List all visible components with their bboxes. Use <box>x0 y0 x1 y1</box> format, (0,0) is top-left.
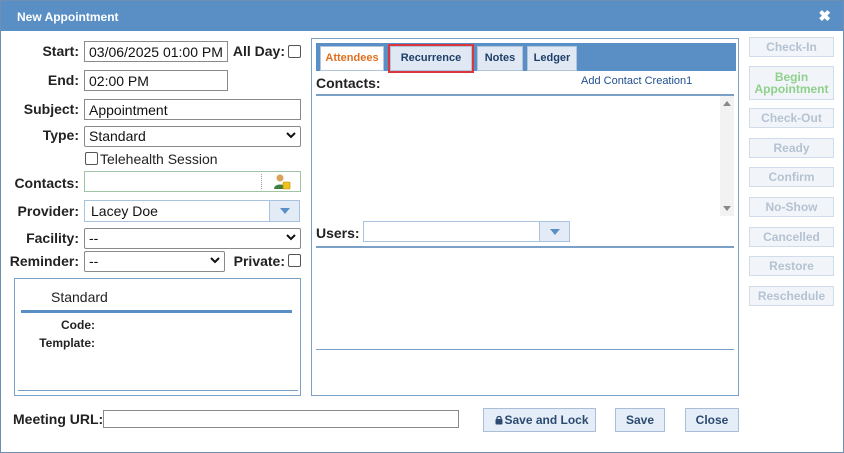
save-button[interactable]: Save <box>615 408 665 432</box>
cancelled-button[interactable]: Cancelled <box>749 227 834 247</box>
start-label: Start: <box>42 43 79 59</box>
reschedule-button[interactable]: Reschedule <box>749 286 834 306</box>
save-and-lock-label: Save and Lock <box>504 413 589 427</box>
code-label: Code: <box>61 318 95 332</box>
contacts-label: Contacts: <box>14 175 79 191</box>
lock-icon <box>495 415 503 425</box>
title-bar: New Appointment ✖ <box>1 1 843 31</box>
meeting-url-label: Meeting URL: <box>13 411 104 427</box>
info-title: Standard <box>51 289 108 305</box>
reminder-label: Reminder: <box>9 253 79 269</box>
subject-label: Subject: <box>23 101 79 117</box>
contacts-list <box>316 94 734 216</box>
attendees-contacts-label: Contacts: <box>316 75 381 91</box>
provider-dropdown-button[interactable] <box>269 200 300 222</box>
confirm-button[interactable]: Confirm <box>749 167 834 187</box>
end-label: End: <box>47 72 79 88</box>
facility-select[interactable]: -- <box>84 228 301 249</box>
type-select-value: Standard <box>89 128 146 144</box>
dialog-title: New Appointment <box>17 10 119 24</box>
contacts-scrollbar[interactable] <box>720 96 734 216</box>
reminder-select-value: -- <box>89 253 99 269</box>
restore-button[interactable]: Restore <box>749 256 834 276</box>
scroll-down-icon[interactable] <box>723 206 731 211</box>
contact-lookup-icon[interactable] <box>273 173 291 191</box>
tab-attendees[interactable]: Attendees <box>320 46 384 71</box>
telehealth-checkbox[interactable] <box>85 152 98 165</box>
provider-input[interactable]: Lacey Doe <box>84 200 270 222</box>
type-label: Type: <box>42 127 79 143</box>
facility-select-value: -- <box>89 230 99 246</box>
check-in-button[interactable]: Check-In <box>749 37 834 57</box>
no-show-button[interactable]: No-Show <box>749 197 834 217</box>
users-dropdown-button[interactable] <box>539 221 570 242</box>
scroll-up-icon[interactable] <box>723 101 731 106</box>
chevron-down-icon <box>286 234 296 241</box>
close-button[interactable]: Close <box>685 408 739 432</box>
chevron-down-icon <box>550 229 560 235</box>
attendees-panel: Attendees Recurrence Notes Ledger Contac… <box>311 38 739 396</box>
tab-notes[interactable]: Notes <box>477 46 523 71</box>
contacts-divider <box>261 174 262 189</box>
private-label: Private: <box>233 253 285 269</box>
start-input[interactable]: 03/06/2025 01:00 PM <box>84 41 228 62</box>
info-bottom-divider <box>18 390 298 391</box>
tab-recurrence[interactable]: Recurrence <box>388 44 474 73</box>
add-contact-link[interactable]: Add Contact Creation1 <box>581 75 692 87</box>
private-checkbox[interactable] <box>288 254 301 267</box>
subject-input[interactable]: Appointment <box>84 99 301 120</box>
chevron-down-icon <box>210 257 220 264</box>
telehealth-label: Telehealth Session <box>100 151 218 167</box>
begin-appointment-button[interactable]: Begin Appointment <box>749 66 834 100</box>
allday-label: All Day: <box>232 43 285 59</box>
tab-ledger[interactable]: Ledger <box>527 46 577 71</box>
users-label: Users: <box>316 225 360 241</box>
chevron-down-icon <box>286 132 296 139</box>
contacts-input[interactable] <box>84 171 301 192</box>
allday-checkbox[interactable] <box>288 45 301 58</box>
reminder-select[interactable]: -- <box>84 251 225 272</box>
meeting-url-input[interactable] <box>103 410 459 428</box>
type-select[interactable]: Standard <box>84 126 301 147</box>
tab-bar: Attendees Recurrence Notes Ledger <box>316 43 736 73</box>
users-list <box>316 246 734 350</box>
close-icon[interactable]: ✖ <box>818 7 831 25</box>
chevron-down-icon <box>280 208 290 214</box>
end-input[interactable]: 02:00 PM <box>84 70 228 91</box>
save-and-lock-button[interactable]: Save and Lock <box>483 408 596 432</box>
users-input[interactable] <box>363 221 540 242</box>
check-out-button[interactable]: Check-Out <box>749 108 834 128</box>
facility-label: Facility: <box>26 230 79 246</box>
info-divider <box>21 310 292 313</box>
provider-label: Provider: <box>17 203 79 219</box>
new-appointment-dialog: New Appointment ✖ Start: 03/06/2025 01:0… <box>0 0 844 453</box>
ready-button[interactable]: Ready <box>749 138 834 158</box>
appointment-type-info: Standard Code: Template: <box>14 278 301 396</box>
template-label: Template: <box>39 336 95 350</box>
